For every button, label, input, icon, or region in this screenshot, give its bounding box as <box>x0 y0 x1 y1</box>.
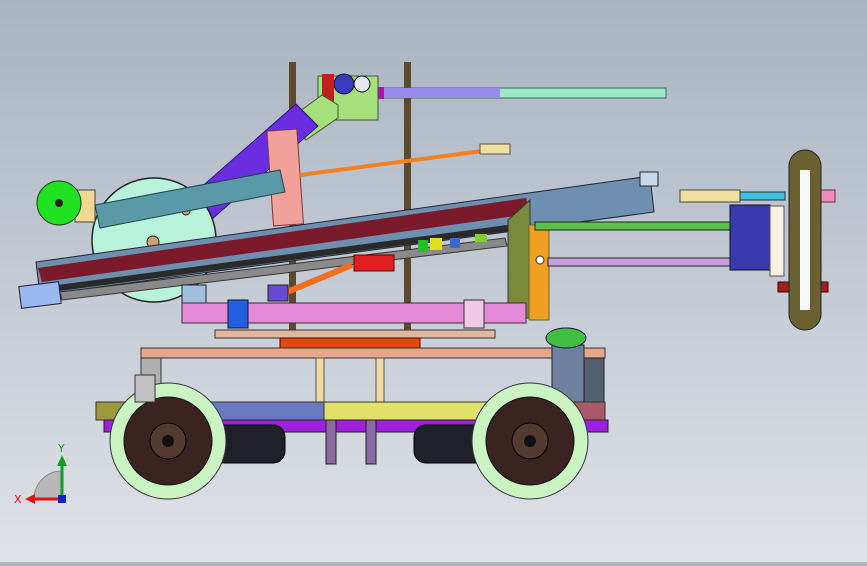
deck-post-2 <box>375 357 385 403</box>
paddle-slot <box>800 170 810 310</box>
right-omni-wheel <box>471 382 589 500</box>
gripper-rod-cyan <box>739 191 786 201</box>
triad-y-label: Y <box>57 442 65 455</box>
turntable-ring <box>214 329 496 339</box>
table-pink-block <box>463 299 485 329</box>
gripper-pads <box>769 205 785 277</box>
lower-post-2 <box>325 419 337 465</box>
actuator-base <box>267 284 289 302</box>
strut-clamp-lime <box>475 234 487 242</box>
tie-rod-end <box>479 143 511 155</box>
small-disc-hub <box>55 199 63 207</box>
strut-clamp-yellow <box>430 238 442 250</box>
gripper-block <box>729 204 771 271</box>
cad-viewport[interactable]: X Y <box>0 0 867 562</box>
triad-y-arrow <box>57 455 67 466</box>
gripper-horizontal-beam <box>534 221 736 231</box>
top-motor-cap <box>353 75 371 93</box>
green-pulley <box>545 327 587 349</box>
deck-plate <box>140 347 606 359</box>
rail-end-cap <box>18 281 62 309</box>
olive-upright <box>507 198 531 319</box>
orange-upright <box>528 224 550 321</box>
robot-assembly-drawing: X Y <box>14 62 836 506</box>
triad-z-marker <box>58 495 66 503</box>
table-blue-block <box>227 299 249 329</box>
red-actuator-block <box>353 254 395 272</box>
turntable-red-plate <box>279 337 421 349</box>
left-top-bracket <box>134 374 156 403</box>
right-frame-cover <box>583 357 605 403</box>
left-omni-wheel <box>109 382 227 500</box>
triad-x-label: X <box>14 493 22 506</box>
orange-tie-rod <box>299 148 491 177</box>
triad-x-arrow <box>25 494 35 504</box>
triad-origin-sector <box>33 470 63 500</box>
top-motor-roller <box>333 73 355 95</box>
top-rod-purple-segment <box>380 88 500 98</box>
left-rail-support <box>181 284 207 306</box>
coordinate-triad: X Y <box>14 442 67 506</box>
lower-post-3 <box>365 419 377 465</box>
gripper-rod <box>679 189 741 203</box>
strut-clamp-green <box>418 240 428 252</box>
deck-post-1 <box>315 357 325 403</box>
rail-top-cap <box>639 171 659 187</box>
gripper-lower-beam <box>547 257 739 267</box>
strut-clamp-blue <box>450 238 460 248</box>
upright-bolt <box>535 255 545 265</box>
